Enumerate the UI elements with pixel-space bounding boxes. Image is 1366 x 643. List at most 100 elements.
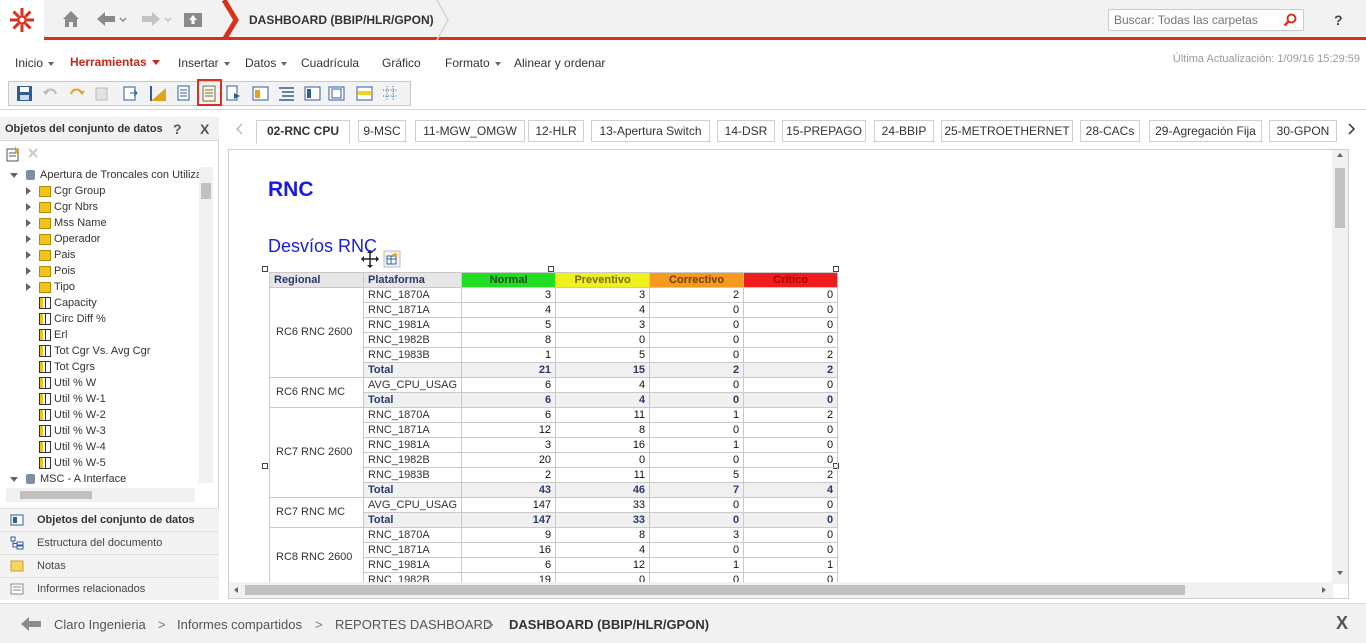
value-cell[interactable]: 2	[461, 467, 557, 483]
value-cell[interactable]: 5	[649, 467, 745, 483]
menu-datos[interactable]: Datos	[245, 56, 288, 70]
value-cell[interactable]: 0	[649, 392, 745, 408]
value-cell[interactable]: 8	[555, 422, 651, 438]
tab-14-dsr[interactable]: 14-DSR	[717, 120, 775, 142]
table-options-icon[interactable]	[383, 250, 401, 268]
search-box[interactable]	[1108, 9, 1304, 31]
menu-grafico[interactable]: Gráfico	[382, 56, 421, 70]
tree-hscroll-thumb[interactable]	[20, 491, 92, 499]
value-cell[interactable]: 0	[743, 542, 839, 558]
platform-cell[interactable]: RNC_1981A	[362, 317, 463, 333]
value-cell[interactable]: 2	[649, 362, 745, 378]
value-cell[interactable]: 0	[649, 422, 745, 438]
platform-cell[interactable]: RNC_1982B	[362, 452, 463, 468]
value-cell[interactable]: 0	[743, 392, 839, 408]
tab-02-rnc-cpu[interactable]: 02-RNC CPU	[256, 120, 350, 144]
regional-cell[interactable]: RC8 RNC 2600	[269, 527, 364, 588]
platform-cell[interactable]: Total	[362, 392, 463, 408]
value-cell[interactable]: 0	[555, 452, 651, 468]
value-cell[interactable]: 0	[743, 422, 839, 438]
document-icon[interactable]	[176, 85, 193, 102]
value-cell[interactable]: 9	[461, 527, 557, 543]
regional-cell[interactable]: RC7 RNC MC	[269, 497, 364, 528]
tab-15-prepago[interactable]: 15-PREPAGO	[782, 120, 866, 142]
regional-cell[interactable]: RC6 RNC MC	[269, 377, 364, 408]
app-logo-icon[interactable]	[0, 0, 44, 40]
grid-lines-icon[interactable]	[382, 85, 399, 102]
value-cell[interactable]: 2	[743, 467, 839, 483]
platform-cell[interactable]: RNC_1982B	[362, 332, 463, 348]
value-cell[interactable]: 12	[461, 422, 557, 438]
platform-cell[interactable]: AVG_CPU_USAG	[362, 377, 463, 393]
table-header-cell[interactable]: Preventivo	[555, 272, 651, 288]
redo-icon[interactable]	[68, 85, 85, 102]
value-cell[interactable]: 46	[555, 482, 651, 498]
tree-dim-node[interactable]: Pois	[26, 263, 75, 279]
value-cell[interactable]: 33	[555, 512, 651, 528]
tree-measure-node[interactable]: Erl	[39, 327, 67, 343]
table-header-cell[interactable]: Plataforma	[362, 272, 463, 288]
platform-cell[interactable]: RNC_1871A	[362, 422, 463, 438]
tree-dim-node[interactable]: Cgr Group	[26, 183, 105, 199]
footer-crumb[interactable]: REPORTES DASHBOARD	[335, 617, 492, 632]
tab-30-gpon[interactable]: 30-GPON	[1269, 120, 1337, 142]
resize-handle[interactable]	[262, 266, 268, 272]
value-cell[interactable]: 0	[649, 452, 745, 468]
table-row[interactable]: RC7 RNC 2600 RNC_1870A 6 11 1 2	[269, 407, 839, 498]
value-cell[interactable]: 8	[461, 332, 557, 348]
value-cell[interactable]: 147	[461, 497, 557, 513]
tab-notes[interactable]: Notas	[0, 554, 219, 577]
value-cell[interactable]: 4	[555, 377, 651, 393]
run-report-icon[interactable]	[225, 85, 242, 102]
value-cell[interactable]: 6	[461, 377, 557, 393]
menu-inicio[interactable]: Inicio	[15, 56, 55, 70]
move-handle-icon[interactable]	[361, 250, 379, 268]
value-cell[interactable]: 2	[743, 407, 839, 423]
value-cell[interactable]: 4	[461, 302, 557, 318]
tab-dataset-objects[interactable]: Objetos del conjunto de datos	[0, 508, 219, 531]
menu-formato[interactable]: Formato	[445, 56, 501, 70]
tree-measure-node[interactable]: Util % W-5	[39, 455, 106, 471]
platform-cell[interactable]: Total	[362, 362, 463, 378]
value-cell[interactable]: 3	[555, 287, 651, 303]
value-cell[interactable]: 3	[461, 287, 557, 303]
value-cell[interactable]: 3	[461, 437, 557, 453]
value-cell[interactable]: 6	[461, 407, 557, 423]
value-cell[interactable]: 8	[555, 527, 651, 543]
value-cell[interactable]: 0	[649, 332, 745, 348]
tab-related-reports[interactable]: Informes relacionados	[0, 577, 219, 600]
tree-measure-node[interactable]: Tot Cgr Vs. Avg Cgr	[39, 343, 150, 359]
tree-vscroll-thumb[interactable]	[201, 183, 211, 199]
tabs-scroll-right-icon[interactable]	[1348, 123, 1356, 135]
menu-alinear-ordenar[interactable]: Alinear y ordenar	[514, 56, 605, 70]
menu-herramientas[interactable]: Herramientas	[70, 55, 160, 69]
value-cell[interactable]: 4	[555, 542, 651, 558]
delete-object-icon[interactable]	[27, 147, 39, 159]
tree-measure-node[interactable]: Util % W-2	[39, 407, 106, 423]
tree-root-node[interactable]: Apertura de Troncales con Utiliza	[10, 167, 202, 183]
value-cell[interactable]: 15	[555, 362, 651, 378]
tree-measure-node[interactable]: Util % W-1	[39, 391, 106, 407]
value-cell[interactable]: 0	[743, 437, 839, 453]
search-icon[interactable]	[1283, 13, 1297, 27]
menu-cuadricula[interactable]: Cuadrícula	[301, 56, 359, 70]
tab-11-mgw-omgw[interactable]: 11-MGW_OMGW	[415, 120, 525, 142]
value-cell[interactable]: 4	[743, 482, 839, 498]
scroll-up-icon[interactable]	[1336, 152, 1344, 158]
value-cell[interactable]: 1	[649, 557, 745, 573]
value-cell[interactable]: 0	[649, 302, 745, 318]
value-cell[interactable]: 2	[743, 347, 839, 363]
value-cell[interactable]: 0	[649, 347, 745, 363]
value-cell[interactable]: 21	[461, 362, 557, 378]
tree-measure-node[interactable]: Util % W	[39, 375, 96, 391]
tree-root-node[interactable]: MSC - A Interface	[10, 471, 126, 487]
forward-icon[interactable]	[140, 8, 172, 32]
left-panel-close-button[interactable]: X	[200, 121, 209, 137]
tab-document-structure[interactable]: Estructura del documento	[0, 531, 219, 554]
footer-close-button[interactable]: X	[1336, 613, 1348, 634]
tree-dim-node[interactable]: Cgr Nbrs	[26, 199, 98, 215]
edit-icon[interactable]	[94, 85, 111, 102]
value-cell[interactable]: 0	[555, 332, 651, 348]
value-cell[interactable]: 6	[461, 557, 557, 573]
value-cell[interactable]: 0	[649, 542, 745, 558]
